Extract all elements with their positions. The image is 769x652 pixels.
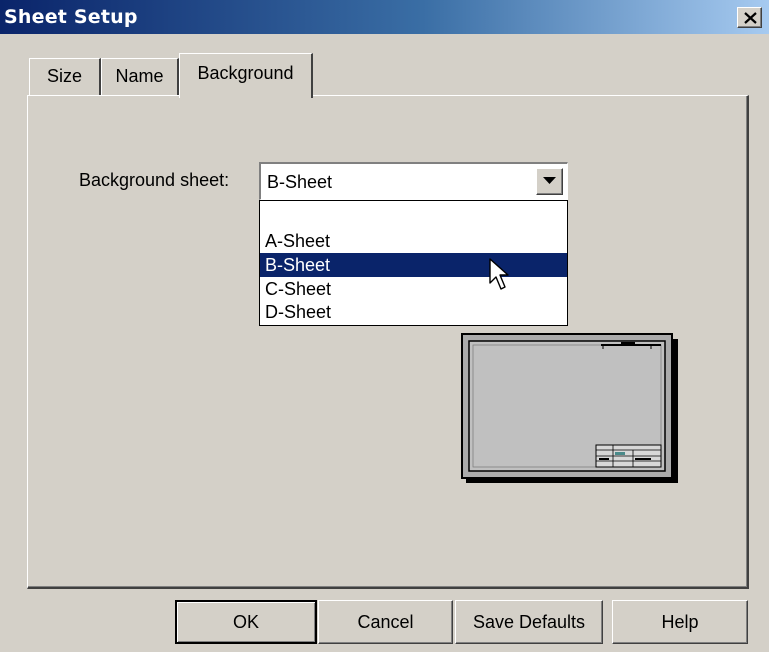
tab-name[interactable]: Name [101, 58, 179, 95]
title-bar[interactable]: Sheet Setup [0, 0, 769, 34]
tab-background[interactable]: Background [179, 53, 313, 98]
tab-name-label: Name [115, 66, 164, 86]
sheet-setup-dialog: Sheet Setup Size Name Background Backgro… [0, 0, 769, 652]
dropdown-option-b-sheet[interactable]: B-Sheet [260, 253, 567, 277]
tab-background-label: Background [197, 63, 294, 83]
background-sheet-dropdown-list[interactable]: A-Sheet B-Sheet C-Sheet D-Sheet [259, 200, 568, 326]
dialog-title: Sheet Setup [4, 6, 138, 28]
sheet-preview-drawing [468, 340, 666, 472]
ok-button[interactable]: OK [175, 600, 317, 644]
dropdown-option-d-sheet[interactable]: D-Sheet [260, 300, 567, 324]
cancel-button[interactable]: Cancel [318, 600, 453, 644]
help-button[interactable]: Help [612, 600, 748, 644]
background-sheet-label: Background sheet: [79, 170, 230, 190]
chevron-down-icon [543, 177, 556, 184]
dropdown-option-c-sheet[interactable]: C-Sheet [260, 277, 567, 301]
save-defaults-button[interactable]: Save Defaults [455, 600, 603, 644]
close-button[interactable] [737, 7, 762, 28]
dropdown-button[interactable] [536, 168, 563, 195]
tab-size[interactable]: Size [29, 58, 101, 95]
dropdown-option-a-sheet[interactable]: A-Sheet [260, 229, 567, 253]
tab-size-label: Size [46, 66, 82, 86]
background-sheet-select[interactable]: B-Sheet [259, 162, 568, 200]
close-icon [744, 12, 757, 24]
sheet-preview [461, 333, 673, 479]
dropdown-option-blank[interactable] [260, 201, 567, 225]
background-sheet-value: B-Sheet [267, 172, 333, 192]
mouse-pointer-icon [489, 258, 513, 299]
